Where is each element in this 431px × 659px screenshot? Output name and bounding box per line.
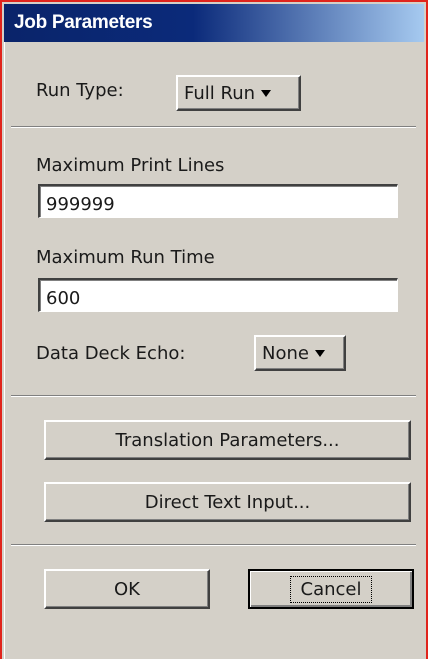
max-print-lines-label: Maximum Print Lines xyxy=(36,155,225,176)
direct-text-input-button[interactable]: Direct Text Input... xyxy=(44,482,411,522)
max-print-lines-input[interactable] xyxy=(38,184,398,218)
translation-parameters-button[interactable]: Translation Parameters... xyxy=(44,420,411,460)
data-deck-echo-selected: None xyxy=(262,342,309,364)
max-run-time-input[interactable] xyxy=(38,278,398,312)
run-type-label: Run Type: xyxy=(36,80,124,101)
separator-2 xyxy=(11,395,416,397)
direct-text-input-label: Direct Text Input... xyxy=(144,491,311,513)
max-run-time-label: Maximum Run Time xyxy=(36,247,215,268)
job-parameters-dialog: Job Parameters Run Type: Full Run Maximu… xyxy=(0,0,428,659)
dialog-content: Run Type: Full Run Maximum Print Lines M… xyxy=(4,42,425,659)
dropdown-arrow-icon xyxy=(261,89,272,97)
ok-label: OK xyxy=(114,578,140,600)
separator-1 xyxy=(11,126,416,128)
translation-parameters-label: Translation Parameters... xyxy=(115,429,340,451)
separator-3 xyxy=(11,544,416,546)
app-window: Job Parameters Run Type: Full Run Maximu… xyxy=(0,0,431,659)
dropdown-arrow-icon xyxy=(314,349,325,357)
window-title: Job Parameters xyxy=(14,12,153,33)
data-deck-echo-dropdown[interactable]: None xyxy=(254,335,346,371)
run-type-dropdown[interactable]: Full Run xyxy=(176,75,301,111)
data-deck-echo-label: Data Deck Echo: xyxy=(36,343,186,364)
run-type-selected: Full Run xyxy=(184,82,256,104)
title-bar[interactable]: Job Parameters xyxy=(4,4,424,42)
ok-button[interactable]: OK xyxy=(44,569,210,609)
cancel-label: Cancel xyxy=(289,575,373,603)
cancel-button[interactable]: Cancel xyxy=(248,569,414,609)
